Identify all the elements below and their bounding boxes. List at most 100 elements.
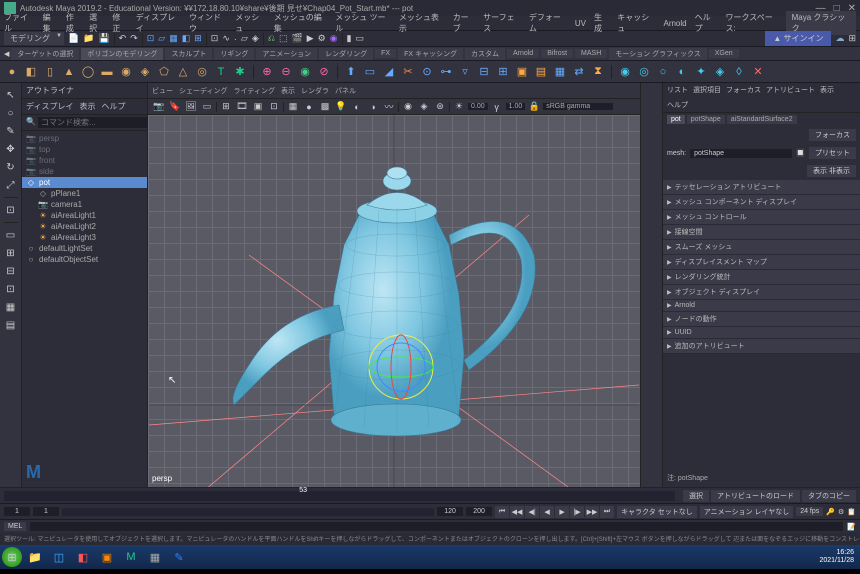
menu-deform[interactable]: デフォーム <box>529 12 567 34</box>
vp-select-cam-icon[interactable]: 📷 <box>152 101 166 113</box>
shelf-tab-1[interactable]: ポリゴンのモデリング <box>81 48 163 60</box>
attr-menu-show[interactable]: 表示 <box>820 85 834 95</box>
shelf-sculpt3-icon[interactable]: ○ <box>655 64 671 80</box>
menu-meshtool[interactable]: メッシュ ツール <box>335 12 391 34</box>
menu-curve[interactable]: カーブ <box>453 12 475 34</box>
vp-menu-lighting[interactable]: ライティング <box>234 86 275 96</box>
hypergraph-icon[interactable]: ⬚ <box>279 33 288 44</box>
shelf-tab-11[interactable]: MASH <box>575 49 607 58</box>
attr-tab-1[interactable]: potShape <box>687 115 725 124</box>
taskbar-clock[interactable]: 16:26 2021/11/28 <box>819 549 858 564</box>
vp-gamma-field[interactable]: 1.00 <box>506 103 526 110</box>
layout-single-icon[interactable]: ▭ <box>3 227 19 243</box>
move-tool-icon[interactable]: ✥ <box>3 141 19 157</box>
open-scene-icon[interactable]: 📁 <box>83 33 94 44</box>
shelf-cylinder-icon[interactable]: ▯ <box>42 64 58 80</box>
vp-image-plane-icon[interactable]: 🖼 <box>184 101 198 113</box>
attr-menu-attributes[interactable]: アトリビュート <box>766 85 815 95</box>
attr-show-hide-button[interactable]: 表示 非表示 <box>807 165 856 177</box>
signin-button[interactable]: ▲ サインイン <box>765 31 831 46</box>
outliner-menu-show[interactable]: 表示 <box>79 101 95 112</box>
vp-exposure-field[interactable]: 0.00 <box>468 103 488 110</box>
vp-menu-panels[interactable]: パネル <box>335 86 356 96</box>
select-uv-icon[interactable]: ⊞ <box>194 33 202 44</box>
snap-live-icon[interactable]: ◈ <box>252 33 259 44</box>
taskbar-app4-icon[interactable]: ▦ <box>144 547 166 567</box>
attr-menu-selection[interactable]: 選択項目 <box>693 85 721 95</box>
menu-file[interactable]: ファイル <box>4 12 35 34</box>
layout-vert-icon[interactable]: ⊟ <box>3 263 19 279</box>
attr-section-5[interactable]: ディスプレイスメント マップ <box>663 255 860 270</box>
attr-tab-2[interactable]: aiStandardSurface2 <box>727 115 797 124</box>
shelf-tab-7[interactable]: FX キャッシング <box>398 48 463 60</box>
outliner-item-2[interactable]: 📷front <box>22 155 147 166</box>
vp-colorspace-dropdown[interactable]: sRGB gamma <box>543 103 613 110</box>
select-vertex-icon[interactable]: ⊡ <box>147 33 155 44</box>
attr-tab-0[interactable]: pot <box>667 115 685 124</box>
timeline-btn-load[interactable]: アトリビュートのロード <box>711 490 800 502</box>
shelf-tab-10[interactable]: Bifrost <box>541 49 573 58</box>
playback-end-field[interactable]: 120 <box>437 507 463 516</box>
vp-shaded-icon[interactable]: ● <box>302 101 316 113</box>
key-back-button[interactable]: ◀| <box>525 506 539 518</box>
shelf-tab-6[interactable]: FX <box>375 49 396 58</box>
last-tool-icon[interactable]: ⊡ <box>3 202 19 218</box>
snap-plane-icon[interactable]: ▱ <box>241 33 248 44</box>
shelf-svg-icon[interactable]: ✱ <box>232 64 248 80</box>
outliner-menu-display[interactable]: ディスプレイ <box>26 101 73 112</box>
range-start-field[interactable]: 1 <box>4 507 30 516</box>
vp-safe-icon[interactable]: ▣ <box>251 101 265 113</box>
rotate-tool-icon[interactable]: ↻ <box>3 159 19 175</box>
vp-grid-icon[interactable]: ⊞ <box>219 101 233 113</box>
shelf-sculpt5-icon[interactable]: ✦ <box>693 64 709 80</box>
attr-lock-icon[interactable]: 🔲 <box>796 149 805 157</box>
viewport-canvas[interactable]: persp ↖ <box>148 115 640 487</box>
select-tool-icon[interactable]: ↖ <box>3 87 19 103</box>
playback-start-field[interactable]: 1 <box>33 507 59 516</box>
fps-dropdown[interactable]: 24 fps <box>796 507 823 516</box>
vp-film-icon[interactable]: 🎞 <box>235 101 249 113</box>
mel-label[interactable]: MEL <box>4 522 26 531</box>
shelf-sculpt6-icon[interactable]: ◈ <box>712 64 728 80</box>
channelbox-toggle[interactable] <box>640 83 662 487</box>
menu-cache[interactable]: キャッシュ <box>617 12 655 34</box>
taskbar-app5-icon[interactable]: ✎ <box>168 547 190 567</box>
shelf-collapse-icon[interactable]: ▿ <box>457 64 473 80</box>
attr-section-4[interactable]: スムーズ メッシュ <box>663 240 860 255</box>
mode-dropdown[interactable]: モデリング <box>4 32 64 45</box>
menu-edit[interactable]: 編集 <box>43 12 58 34</box>
new-scene-icon[interactable]: 📄 <box>68 33 79 44</box>
go-start-button[interactable]: ⏮ <box>495 506 509 518</box>
menu-meshedit[interactable]: メッシュの編集 <box>274 12 327 34</box>
marketplace-icon[interactable]: ⊞ <box>848 33 856 44</box>
shelf-tab-2[interactable]: スカルプト <box>165 48 212 60</box>
vp-gate-icon[interactable]: ⊡ <box>267 101 281 113</box>
vp-lock-icon[interactable]: 🔒 <box>527 101 541 113</box>
attr-section-2[interactable]: メッシュ コントロール <box>663 210 860 225</box>
charset-dropdown[interactable]: キャラクタ セットなし <box>617 506 697 518</box>
menu-meshdisp[interactable]: メッシュ表示 <box>399 12 445 34</box>
outliner-item-0[interactable]: 📷persp <box>22 133 147 144</box>
shelf-symmetry-icon[interactable]: ⧗ <box>590 64 606 80</box>
shelf-smooth-icon[interactable]: ◉ <box>297 64 313 80</box>
paint-select-icon[interactable]: ✎ <box>3 123 19 139</box>
vp-menu-show[interactable]: 表示 <box>281 86 295 96</box>
shelf-tab-4[interactable]: アニメーション <box>256 48 317 60</box>
outliner-item-7[interactable]: ☀aiAreaLight1 <box>22 210 147 221</box>
shelf-combine-icon[interactable]: ⊕ <box>259 64 275 80</box>
menu-window[interactable]: ウィンドウ <box>189 12 227 34</box>
vp-xray-icon[interactable]: ◈ <box>417 101 431 113</box>
shelf-tab-12[interactable]: モーション グラフィックス <box>609 48 706 60</box>
shelf-append-icon[interactable]: ▤ <box>533 64 549 80</box>
outliner-item-9[interactable]: ☀aiAreaLight3 <box>22 232 147 243</box>
taskbar-app2-icon[interactable]: ◧ <box>72 547 94 567</box>
attr-section-11[interactable]: 追加のアトリビュート <box>663 339 860 354</box>
go-end-button[interactable]: ⏭ <box>600 506 614 518</box>
shelf-tab-3[interactable]: リギング <box>214 48 254 60</box>
shelf-plane-icon[interactable]: ▬ <box>99 64 115 80</box>
shelf-cone-icon[interactable]: ▲ <box>61 64 77 80</box>
attr-section-3[interactable]: 接線空間 <box>663 225 860 240</box>
shelf-sphere-icon[interactable]: ● <box>4 64 20 80</box>
vp-bookmark-icon[interactable]: 🔖 <box>168 101 182 113</box>
step-back-button[interactable]: ◀◀ <box>510 506 524 518</box>
